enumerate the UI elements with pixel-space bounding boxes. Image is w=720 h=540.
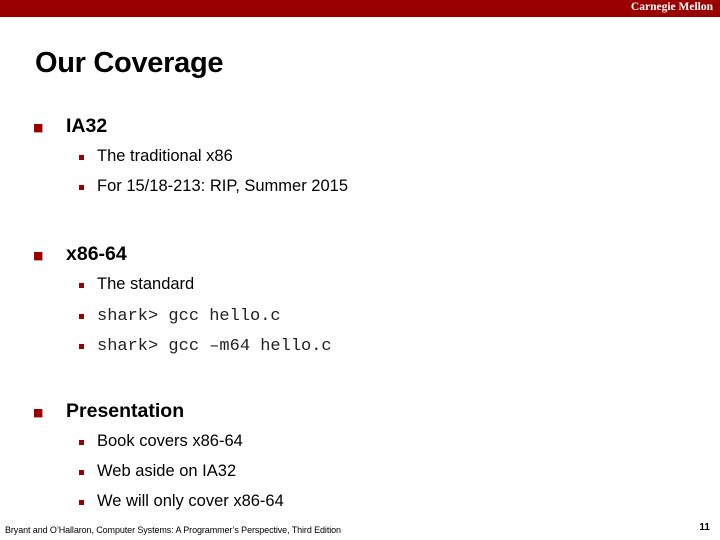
- square-bullet-icon: [79, 440, 84, 445]
- list-item: For 15/18-213: RIP, Summer 2015: [97, 177, 348, 195]
- list-item: We will only cover x86-64: [97, 492, 284, 510]
- square-bullet-icon: [79, 283, 84, 288]
- section-heading: Presentation: [66, 400, 185, 422]
- square-bullet-icon: [34, 409, 43, 418]
- list-item: The standard: [97, 275, 195, 293]
- list-item: The traditional x86: [97, 147, 233, 165]
- list-item: Web aside on IA32: [97, 462, 237, 480]
- list-item: Book covers x86-64: [97, 432, 243, 450]
- square-bullet-icon: [79, 470, 84, 475]
- square-bullet-icon: [79, 185, 84, 190]
- square-bullet-icon: [79, 344, 84, 349]
- header-bar: Carnegie Mellon: [0, 0, 720, 17]
- square-bullet-icon: [79, 500, 84, 505]
- square-bullet-icon: [34, 124, 43, 133]
- page-number: 11: [699, 522, 710, 533]
- code-item: shark> gcc –m64 hello.c: [97, 337, 332, 356]
- footer-citation: Bryant and O’Hallaron, Computer Systems:…: [5, 525, 341, 535]
- section-heading: x86-64: [66, 243, 127, 265]
- square-bullet-icon: [79, 314, 84, 319]
- square-bullet-icon: [34, 252, 43, 261]
- brand-label: Carnegie Mellon: [630, 1, 713, 13]
- slide-title: Our Coverage: [35, 47, 224, 79]
- square-bullet-icon: [79, 155, 84, 160]
- code-item: shark> gcc hello.c: [97, 307, 281, 326]
- section-heading: IA32: [66, 115, 108, 137]
